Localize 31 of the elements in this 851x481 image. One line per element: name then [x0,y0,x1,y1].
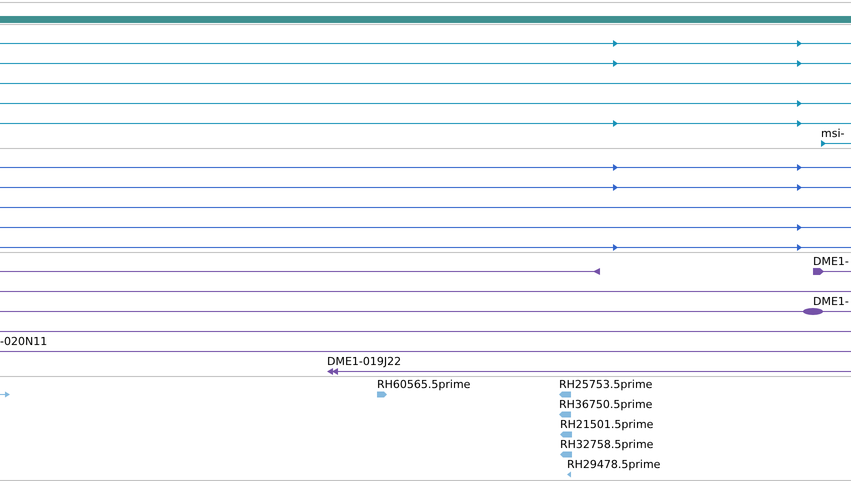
transcript-line[interactable] [0,100,851,107]
transcript-line[interactable] [0,164,851,171]
est-feature[interactable] [377,392,387,398]
est-feature[interactable] [560,432,572,438]
clone-feature[interactable] [812,268,851,275]
feature-label: RH25753.5prime [559,378,652,391]
clone-feature[interactable] [0,308,851,315]
transcript-line[interactable] [821,140,851,147]
transcript-line[interactable] [0,184,851,191]
transcript-line[interactable] [0,40,851,47]
feature-label: msi- [821,127,844,140]
feature-label: DME1-019J22 [327,355,402,368]
est-feature[interactable] [560,452,572,458]
clone-feature[interactable] [327,368,851,375]
est-feature[interactable] [559,392,571,398]
est-feature[interactable] [567,472,571,478]
clone-feature[interactable] [0,268,600,275]
est-feature[interactable] [559,412,571,418]
transcript-line[interactable] [0,120,851,127]
feature-label: RH60565.5prime [377,378,470,391]
transcript-line[interactable] [0,224,851,231]
transcript-line[interactable] [0,244,851,251]
transcript-line[interactable] [0,60,851,67]
feature-label: RH36750.5prime [559,398,652,411]
est-feature[interactable] [0,392,10,398]
feature-label: RH29478.5prime [567,458,660,471]
feature-label: DME1- [813,255,849,268]
feature-label: RH32758.5prime [560,438,654,451]
feature-label: RH21501.5prime [560,418,654,431]
feature-label: DME1- [813,295,849,308]
feature-label: -020N11 [0,335,48,348]
